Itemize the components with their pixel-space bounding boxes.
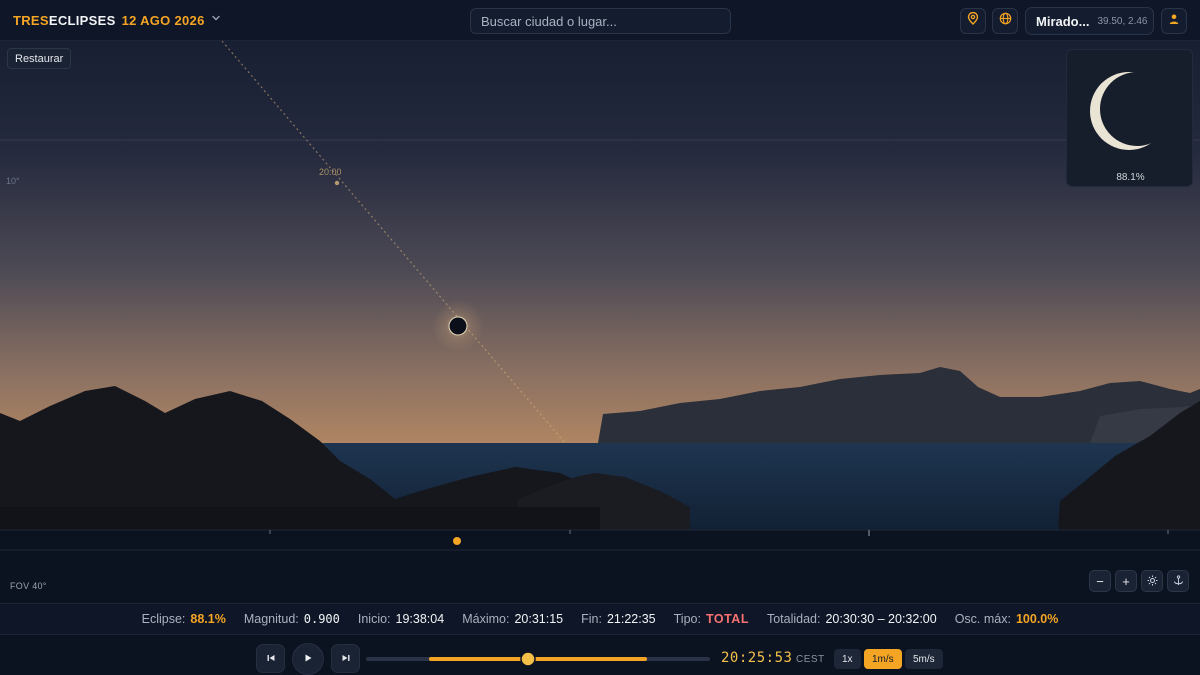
- sun-icon: [1147, 574, 1158, 589]
- brand-name-part1: TRES: [13, 13, 49, 28]
- anchor-button[interactable]: [1167, 570, 1189, 592]
- skip-forward-icon: [341, 650, 351, 668]
- restore-button[interactable]: Restaurar: [7, 48, 72, 69]
- sky-canvas: [0, 41, 1200, 551]
- timezone-label: CEST: [796, 654, 825, 665]
- timeline-slider[interactable]: [366, 650, 710, 668]
- stat-maximum: Máximo: 20:31:15: [462, 612, 563, 626]
- stat-start: Inicio: 19:38:04: [358, 612, 444, 626]
- fov-label: FOV 40°: [10, 581, 47, 591]
- speed-button-1m[interactable]: 1m/s: [864, 649, 902, 669]
- crescent-icon: [1090, 72, 1168, 150]
- chevron-down-icon[interactable]: [211, 13, 221, 26]
- eclipse-info-bar: Eclipse: 88.1% Magnitud: 0.900 Inicio: 19:3…: [0, 603, 1200, 635]
- timeline-thumb[interactable]: [520, 651, 536, 667]
- skip-back-button[interactable]: [256, 644, 285, 673]
- stat-label: Máximo:: [462, 612, 510, 626]
- search-input[interactable]: [470, 8, 731, 34]
- current-time: 20:25:53: [721, 650, 793, 666]
- stat-label: Tipo:: [673, 612, 701, 626]
- stat-end: Fin: 21:22:35: [581, 612, 656, 626]
- altitude-label: 10°: [6, 176, 20, 186]
- sun-azimuth-marker: [453, 537, 461, 545]
- stat-eclipse: Eclipse: 88.1%: [142, 612, 226, 626]
- stat-value: 19:38:04: [395, 612, 445, 626]
- zoom-out-button[interactable]: −: [1089, 570, 1111, 592]
- skip-forward-button[interactable]: [331, 644, 360, 673]
- map-pin-icon: [967, 11, 979, 30]
- stat-label: Osc. máx:: [954, 612, 1011, 626]
- brand-name-part2: ECLIPSES: [48, 13, 116, 28]
- speed-button-1x[interactable]: 1x: [834, 649, 861, 669]
- user-icon: [1168, 12, 1180, 30]
- sky-view[interactable]: 10° 20:00: [0, 41, 1200, 551]
- time-marker-dot: [334, 180, 340, 186]
- stat-value: 20:30:30 – 20:32:00: [825, 612, 937, 626]
- stat-max-darkness: Osc. máx: 100.0%: [955, 612, 1059, 626]
- stat-value: 20:31:15: [514, 612, 564, 626]
- stat-value: 0.900: [303, 612, 340, 626]
- location-pin-button[interactable]: [960, 8, 986, 34]
- stat-value: 88.1%: [190, 612, 226, 626]
- eclipse-preview-panel: 88.1%: [1066, 49, 1193, 187]
- stat-value: 100.0%: [1015, 612, 1059, 626]
- stat-value: 21:22:35: [606, 612, 656, 626]
- location-selector[interactable]: Mirado... 39.50, 2.46: [1025, 7, 1154, 35]
- globe-icon: [999, 12, 1012, 30]
- stat-value: TOTAL: [705, 612, 749, 626]
- user-button[interactable]: [1161, 8, 1187, 34]
- stat-label: Fin:: [581, 612, 602, 626]
- stat-label: Magnitud:: [243, 612, 299, 626]
- speed-button-5m[interactable]: 5m/s: [905, 649, 943, 669]
- path-time-label: 20:00: [319, 167, 342, 177]
- stat-label: Eclipse:: [141, 612, 186, 626]
- play-button[interactable]: [292, 643, 324, 675]
- moon-disc: [449, 317, 467, 335]
- top-bar: TRESECLIPSES 12 AGO 2026 Mirado... 39.50…: [0, 0, 1200, 41]
- stat-label: Totalidad:: [766, 612, 821, 626]
- globe-button[interactable]: [992, 8, 1018, 34]
- location-coords: 39.50, 2.46: [1097, 15, 1148, 27]
- preview-percent: 88.1%: [1116, 172, 1145, 183]
- skip-back-icon: [266, 650, 276, 668]
- stat-magnitude: Magnitud: 0.900: [244, 612, 340, 626]
- stat-label: Inicio:: [357, 612, 391, 626]
- anchor-icon: [1173, 574, 1184, 589]
- stat-type: Tipo: TOTAL: [674, 612, 749, 626]
- eclipse-date: 12 AGO 2026: [121, 13, 205, 28]
- play-icon: [303, 650, 313, 668]
- brightness-button[interactable]: [1141, 570, 1163, 592]
- eclipse-range: [429, 657, 647, 661]
- zoom-in-button[interactable]: +: [1115, 570, 1137, 592]
- date-selector[interactable]: TRES ECLIPSES 12 AGO 2026: [13, 13, 221, 28]
- stat-totality: Totalidad: 20:30:30 – 20:32:00: [767, 612, 937, 626]
- location-name: Mirado...: [1036, 13, 1090, 29]
